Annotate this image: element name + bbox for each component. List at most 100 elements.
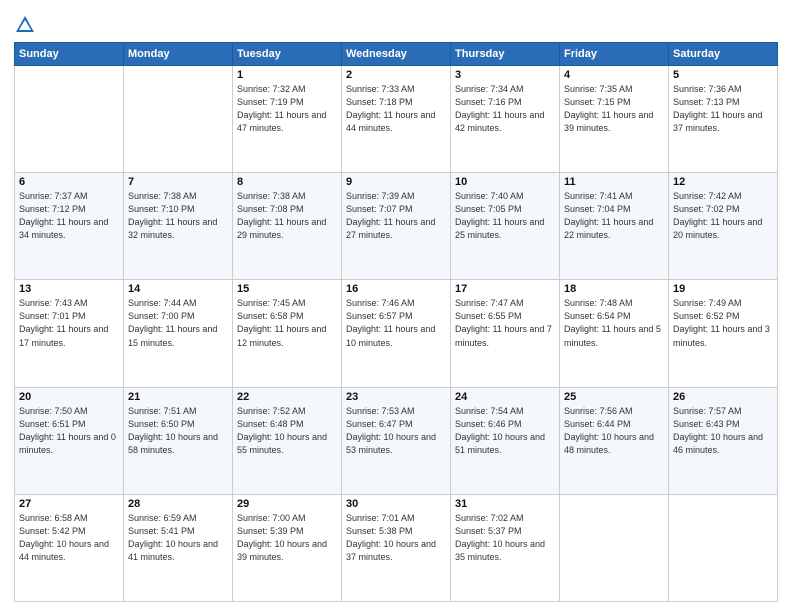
day-cell: 21 Sunrise: 7:51 AMSunset: 6:50 PMDayligh… (124, 387, 233, 494)
day-info: Sunrise: 7:46 AMSunset: 6:57 PMDaylight:… (346, 297, 446, 349)
day-number: 9 (346, 176, 446, 188)
day-info: Sunrise: 7:45 AMSunset: 6:58 PMDaylight:… (237, 297, 337, 349)
day-number: 13 (19, 283, 119, 295)
day-info: Sunrise: 7:33 AMSunset: 7:18 PMDaylight:… (346, 83, 446, 135)
day-number: 28 (128, 498, 228, 510)
day-cell: 8 Sunrise: 7:38 AMSunset: 7:08 PMDaylight… (233, 173, 342, 280)
day-number: 11 (564, 176, 664, 188)
day-cell: 17 Sunrise: 7:47 AMSunset: 6:55 PMDayligh… (451, 280, 560, 387)
day-number: 29 (237, 498, 337, 510)
day-number: 1 (237, 69, 337, 81)
day-number: 24 (455, 391, 555, 403)
day-number: 3 (455, 69, 555, 81)
day-number: 17 (455, 283, 555, 295)
day-info: Sunrise: 7:43 AMSunset: 7:01 PMDaylight:… (19, 297, 119, 349)
day-info: Sunrise: 7:39 AMSunset: 7:07 PMDaylight:… (346, 190, 446, 242)
day-number: 2 (346, 69, 446, 81)
day-cell (15, 66, 124, 173)
day-cell: 18 Sunrise: 7:48 AMSunset: 6:54 PMDayligh… (560, 280, 669, 387)
day-info: Sunrise: 7:02 AMSunset: 5:37 PMDaylight:… (455, 512, 555, 564)
day-info: Sunrise: 7:41 AMSunset: 7:04 PMDaylight:… (564, 190, 664, 242)
day-number: 19 (673, 283, 773, 295)
day-number: 23 (346, 391, 446, 403)
day-info: Sunrise: 7:38 AMSunset: 7:08 PMDaylight:… (237, 190, 337, 242)
week-row-1: 6 Sunrise: 7:37 AMSunset: 7:12 PMDaylight… (15, 173, 778, 280)
week-row-2: 13 Sunrise: 7:43 AMSunset: 7:01 PMDayligh… (15, 280, 778, 387)
day-cell: 31 Sunrise: 7:02 AMSunset: 5:37 PMDayligh… (451, 494, 560, 601)
day-cell: 28 Sunrise: 6:59 AMSunset: 5:41 PMDayligh… (124, 494, 233, 601)
weekday-header-row: SundayMondayTuesdayWednesdayThursdayFrid… (15, 43, 778, 66)
day-cell: 3 Sunrise: 7:34 AMSunset: 7:16 PMDaylight… (451, 66, 560, 173)
day-info: Sunrise: 7:32 AMSunset: 7:19 PMDaylight:… (237, 83, 337, 135)
day-cell: 26 Sunrise: 7:57 AMSunset: 6:43 PMDayligh… (669, 387, 778, 494)
day-cell: 13 Sunrise: 7:43 AMSunset: 7:01 PMDayligh… (15, 280, 124, 387)
day-cell: 7Sunrise: 7:38 AMSunset: 7:10 PMDaylight… (124, 173, 233, 280)
day-cell: 2 Sunrise: 7:33 AMSunset: 7:18 PMDaylight… (342, 66, 451, 173)
day-info: Sunrise: 7:52 AMSunset: 6:48 PMDaylight:… (237, 405, 337, 457)
day-cell: 10Sunrise: 7:40 AMSunset: 7:05 PMDayligh… (451, 173, 560, 280)
day-cell: 9 Sunrise: 7:39 AMSunset: 7:07 PMDaylight… (342, 173, 451, 280)
day-number: 6 (19, 176, 119, 188)
day-cell (560, 494, 669, 601)
day-number: 12 (673, 176, 773, 188)
day-info: Sunrise: 7:51 AMSunset: 6:50 PMDaylight:… (128, 405, 228, 457)
day-info: Sunrise: 7:37 AMSunset: 7:12 PMDaylight:… (19, 190, 119, 242)
day-number: 26 (673, 391, 773, 403)
day-cell: 6 Sunrise: 7:37 AMSunset: 7:12 PMDaylight… (15, 173, 124, 280)
day-info: Sunrise: 7:42 AMSunset: 7:02 PMDaylight:… (673, 190, 773, 242)
day-info: Sunrise: 7:34 AMSunset: 7:16 PMDaylight:… (455, 83, 555, 135)
week-row-3: 20Sunrise: 7:50 AMSunset: 6:51 PMDayligh… (15, 387, 778, 494)
day-info: Sunrise: 7:00 AMSunset: 5:39 PMDaylight:… (237, 512, 337, 564)
header (14, 10, 778, 36)
day-cell: 22 Sunrise: 7:52 AMSunset: 6:48 PMDayligh… (233, 387, 342, 494)
day-cell (124, 66, 233, 173)
day-cell: 1 Sunrise: 7:32 AMSunset: 7:19 PMDaylight… (233, 66, 342, 173)
logo (14, 14, 38, 36)
day-number: 5 (673, 69, 773, 81)
day-info: Sunrise: 7:40 AMSunset: 7:05 PMDaylight:… (455, 190, 555, 242)
day-number: 8 (237, 176, 337, 188)
day-info: Sunrise: 7:01 AMSunset: 5:38 PMDaylight:… (346, 512, 446, 564)
day-number: 4 (564, 69, 664, 81)
day-cell: 27Sunrise: 6:58 AMSunset: 5:42 PMDayligh… (15, 494, 124, 601)
day-info: Sunrise: 7:36 AMSunset: 7:13 PMDaylight:… (673, 83, 773, 135)
day-info: Sunrise: 7:35 AMSunset: 7:15 PMDaylight:… (564, 83, 664, 135)
day-cell: 24Sunrise: 7:54 AMSunset: 6:46 PMDayligh… (451, 387, 560, 494)
day-cell: 14 Sunrise: 7:44 AMSunset: 7:00 PMDayligh… (124, 280, 233, 387)
day-cell: 16Sunrise: 7:46 AMSunset: 6:57 PMDayligh… (342, 280, 451, 387)
day-info: Sunrise: 7:53 AMSunset: 6:47 PMDaylight:… (346, 405, 446, 457)
day-info: Sunrise: 7:49 AMSunset: 6:52 PMDaylight:… (673, 297, 773, 349)
day-info: Sunrise: 7:57 AMSunset: 6:43 PMDaylight:… (673, 405, 773, 457)
day-cell: 19 Sunrise: 7:49 AMSunset: 6:52 PMDayligh… (669, 280, 778, 387)
day-info: Sunrise: 6:59 AMSunset: 5:41 PMDaylight:… (128, 512, 228, 564)
day-cell: 29 Sunrise: 7:00 AMSunset: 5:39 PMDayligh… (233, 494, 342, 601)
day-number: 20 (19, 391, 119, 403)
weekday-header-sunday: Sunday (15, 43, 124, 66)
weekday-header-wednesday: Wednesday (342, 43, 451, 66)
week-row-0: 1 Sunrise: 7:32 AMSunset: 7:19 PMDaylight… (15, 66, 778, 173)
day-cell: 4 Sunrise: 7:35 AMSunset: 7:15 PMDaylight… (560, 66, 669, 173)
logo-icon (14, 14, 36, 36)
day-number: 31 (455, 498, 555, 510)
weekday-header-saturday: Saturday (669, 43, 778, 66)
day-cell: 20Sunrise: 7:50 AMSunset: 6:51 PMDayligh… (15, 387, 124, 494)
day-info: Sunrise: 7:44 AMSunset: 7:00 PMDaylight:… (128, 297, 228, 349)
day-cell: 30Sunrise: 7:01 AMSunset: 5:38 PMDayligh… (342, 494, 451, 601)
weekday-header-tuesday: Tuesday (233, 43, 342, 66)
day-number: 21 (128, 391, 228, 403)
day-cell (669, 494, 778, 601)
day-number: 18 (564, 283, 664, 295)
weekday-header-friday: Friday (560, 43, 669, 66)
weekday-header-monday: Monday (124, 43, 233, 66)
day-number: 25 (564, 391, 664, 403)
day-number: 15 (237, 283, 337, 295)
calendar: SundayMondayTuesdayWednesdayThursdayFrid… (14, 42, 778, 602)
weekday-header-thursday: Thursday (451, 43, 560, 66)
day-number: 14 (128, 283, 228, 295)
day-number: 22 (237, 391, 337, 403)
day-info: Sunrise: 7:48 AMSunset: 6:54 PMDaylight:… (564, 297, 664, 349)
day-cell: 23 Sunrise: 7:53 AMSunset: 6:47 PMDayligh… (342, 387, 451, 494)
day-cell: 12 Sunrise: 7:42 AMSunset: 7:02 PMDayligh… (669, 173, 778, 280)
day-info: Sunrise: 7:47 AMSunset: 6:55 PMDaylight:… (455, 297, 555, 349)
day-info: Sunrise: 7:38 AMSunset: 7:10 PMDaylight:… (128, 190, 228, 242)
